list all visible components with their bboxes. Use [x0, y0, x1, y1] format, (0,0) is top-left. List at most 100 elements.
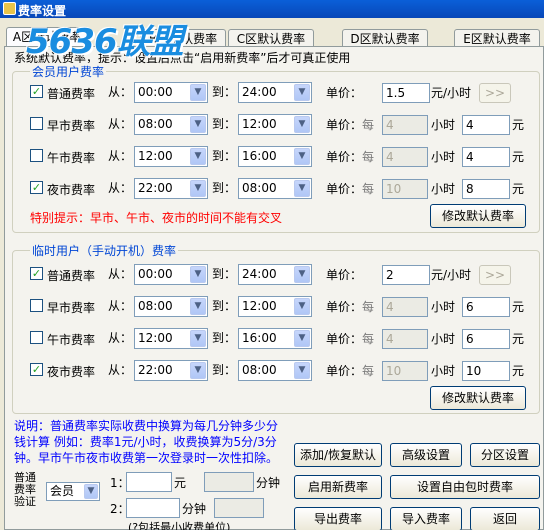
member-morning-to-select[interactable]: 12:00 ▼	[238, 114, 312, 135]
member-night-checkbox[interactable]: ✓	[30, 181, 43, 194]
tab-label: D区默认费率	[350, 32, 420, 46]
watermark-logo: 5636联盟	[26, 22, 184, 62]
export-rate-button[interactable]: 导出费率	[294, 507, 382, 530]
temp-afternoon-to-select[interactable]: 16:00 ▼	[238, 328, 312, 349]
temp-regular-from-select[interactable]: 00:00 ▼	[134, 264, 208, 285]
price-label: 单价：	[326, 182, 363, 196]
per-label: 每	[362, 150, 375, 164]
next-button[interactable]: >>	[479, 265, 511, 285]
from-value: 22:00	[138, 181, 173, 195]
rate-name: 夜市费率	[47, 183, 96, 197]
temp-regular-to-select[interactable]: 24:00 ▼	[238, 264, 312, 285]
temp-night-to-select[interactable]: 08:00 ▼	[238, 360, 312, 381]
chevron-down-icon[interactable]: ▼	[294, 330, 310, 347]
temp-regular-checkbox[interactable]: ✓	[30, 267, 43, 280]
to-value: 16:00	[242, 331, 277, 345]
tab-label: E区默认费率	[463, 32, 531, 46]
from-label: 从：	[108, 363, 133, 377]
yuan-label: 元	[512, 150, 525, 164]
temp-morning-from-select[interactable]: 08:00 ▼	[134, 296, 208, 317]
member-regular-checkbox[interactable]: ✓	[30, 85, 43, 98]
chevron-down-icon[interactable]: ▼	[294, 148, 310, 165]
chevron-down-icon[interactable]: ▼	[294, 362, 310, 379]
restore-default-button[interactable]: 添加/恢复默认	[294, 443, 382, 467]
verify-minutes-output	[204, 472, 254, 492]
price-label: 单价：	[326, 150, 363, 164]
verify-label: 普通费率验证	[14, 471, 36, 508]
chevron-down-icon[interactable]: ▼	[190, 298, 206, 315]
member-afternoon-checkbox[interactable]	[30, 149, 43, 162]
rate-name: 夜市费率	[47, 365, 96, 379]
enable-new-rate-button[interactable]: 启用新费率	[294, 475, 382, 499]
chevron-down-icon[interactable]: ▼	[294, 116, 310, 133]
member-afternoon-amount-input[interactable]: 4	[462, 147, 510, 167]
temp-night-from-select[interactable]: 22:00 ▼	[134, 360, 208, 381]
temp-morning-checkbox[interactable]	[30, 299, 43, 312]
free-package-rate-button[interactable]: 设置自由包时费率	[390, 475, 540, 499]
member-afternoon-to-select[interactable]: 16:00 ▼	[238, 146, 312, 167]
temp-afternoon-checkbox[interactable]	[30, 331, 43, 344]
chevron-down-icon[interactable]: ▼	[294, 266, 310, 283]
rate-name: 早市费率	[47, 119, 96, 133]
hour-label: 小时	[431, 364, 456, 378]
chevron-down-icon[interactable]: ▼	[190, 266, 206, 283]
chevron-down-icon[interactable]: ▼	[84, 484, 98, 499]
chevron-down-icon[interactable]: ▼	[294, 84, 310, 101]
price-label: 单价：	[326, 364, 363, 378]
to-value: 24:00	[242, 85, 277, 99]
to-value: 16:00	[242, 149, 277, 163]
member-night-to-select[interactable]: 08:00 ▼	[238, 178, 312, 199]
member-morning-checkbox[interactable]	[30, 117, 43, 130]
rate-name: 午市费率	[47, 333, 96, 347]
chevron-down-icon[interactable]: ▼	[190, 116, 206, 133]
temp-afternoon-from-select[interactable]: 12:00 ▼	[134, 328, 208, 349]
from-value: 12:00	[138, 149, 173, 163]
temp-morning-amount-input[interactable]: 6	[462, 297, 510, 317]
from-value: 00:00	[138, 85, 173, 99]
tab-label: C区默认费率	[236, 32, 306, 46]
verify-minute-input[interactable]	[126, 498, 180, 518]
temp-morning-hours-input: 4	[382, 297, 428, 317]
chevron-down-icon[interactable]: ▼	[294, 180, 310, 197]
verify-row2-unit1: 分钟	[182, 502, 207, 516]
chevron-down-icon[interactable]: ▼	[190, 180, 206, 197]
chevron-down-icon[interactable]: ▼	[190, 148, 206, 165]
import-rate-button[interactable]: 导入费率	[390, 507, 462, 530]
back-button[interactable]: 返回	[470, 507, 540, 530]
price-label: 单价：	[326, 118, 363, 132]
advanced-settings-button[interactable]: 高级设置	[390, 443, 462, 467]
verify-yuan-input[interactable]	[126, 472, 172, 492]
member-regular-price-input[interactable]: 1.5	[382, 83, 430, 103]
temp-afternoon-hours-input: 4	[382, 329, 428, 349]
chevron-down-icon[interactable]: ▼	[294, 298, 310, 315]
zone-settings-button[interactable]: 分区设置	[470, 443, 540, 467]
member-regular-to-select[interactable]: 24:00 ▼	[238, 82, 312, 103]
member-night-from-select[interactable]: 22:00 ▼	[134, 178, 208, 199]
rate-name: 午市费率	[47, 151, 96, 165]
yuan-per-hour-label: 元/小时	[431, 268, 472, 282]
temp-afternoon-amount-input[interactable]: 6	[462, 329, 510, 349]
temp-night-checkbox[interactable]: ✓	[30, 363, 43, 376]
temp-regular-price-input[interactable]: 2	[382, 265, 430, 285]
member-night-amount-input[interactable]: 8	[462, 179, 510, 199]
chevron-down-icon[interactable]: ▼	[190, 84, 206, 101]
modify-member-rate-button[interactable]: 修改默认费率	[430, 204, 526, 228]
from-label: 从：	[108, 299, 133, 313]
member-morning-amount-input[interactable]: 4	[462, 115, 510, 135]
chevron-down-icon[interactable]: ▼	[190, 362, 206, 379]
next-button[interactable]: >>	[479, 83, 511, 103]
price-label: 单价：	[326, 300, 363, 314]
member-regular-from-select[interactable]: 00:00 ▼	[134, 82, 208, 103]
modify-temp-rate-button[interactable]: 修改默认费率	[430, 386, 526, 410]
temp-morning-to-select[interactable]: 12:00 ▼	[238, 296, 312, 317]
to-value: 12:00	[242, 117, 277, 131]
member-afternoon-from-select[interactable]: 12:00 ▼	[134, 146, 208, 167]
chevron-down-icon[interactable]: ▼	[190, 330, 206, 347]
user-type-select[interactable]: 会员 ▼	[46, 482, 100, 501]
warning-text: 特别提示：早市、午市、夜市的时间不能有交叉	[30, 211, 283, 225]
price-label: 单价：	[326, 86, 363, 100]
rate-name: 普通费率	[47, 87, 96, 101]
member-morning-from-select[interactable]: 08:00 ▼	[134, 114, 208, 135]
from-label: 从：	[108, 331, 133, 345]
temp-night-amount-input[interactable]: 10	[462, 361, 510, 381]
